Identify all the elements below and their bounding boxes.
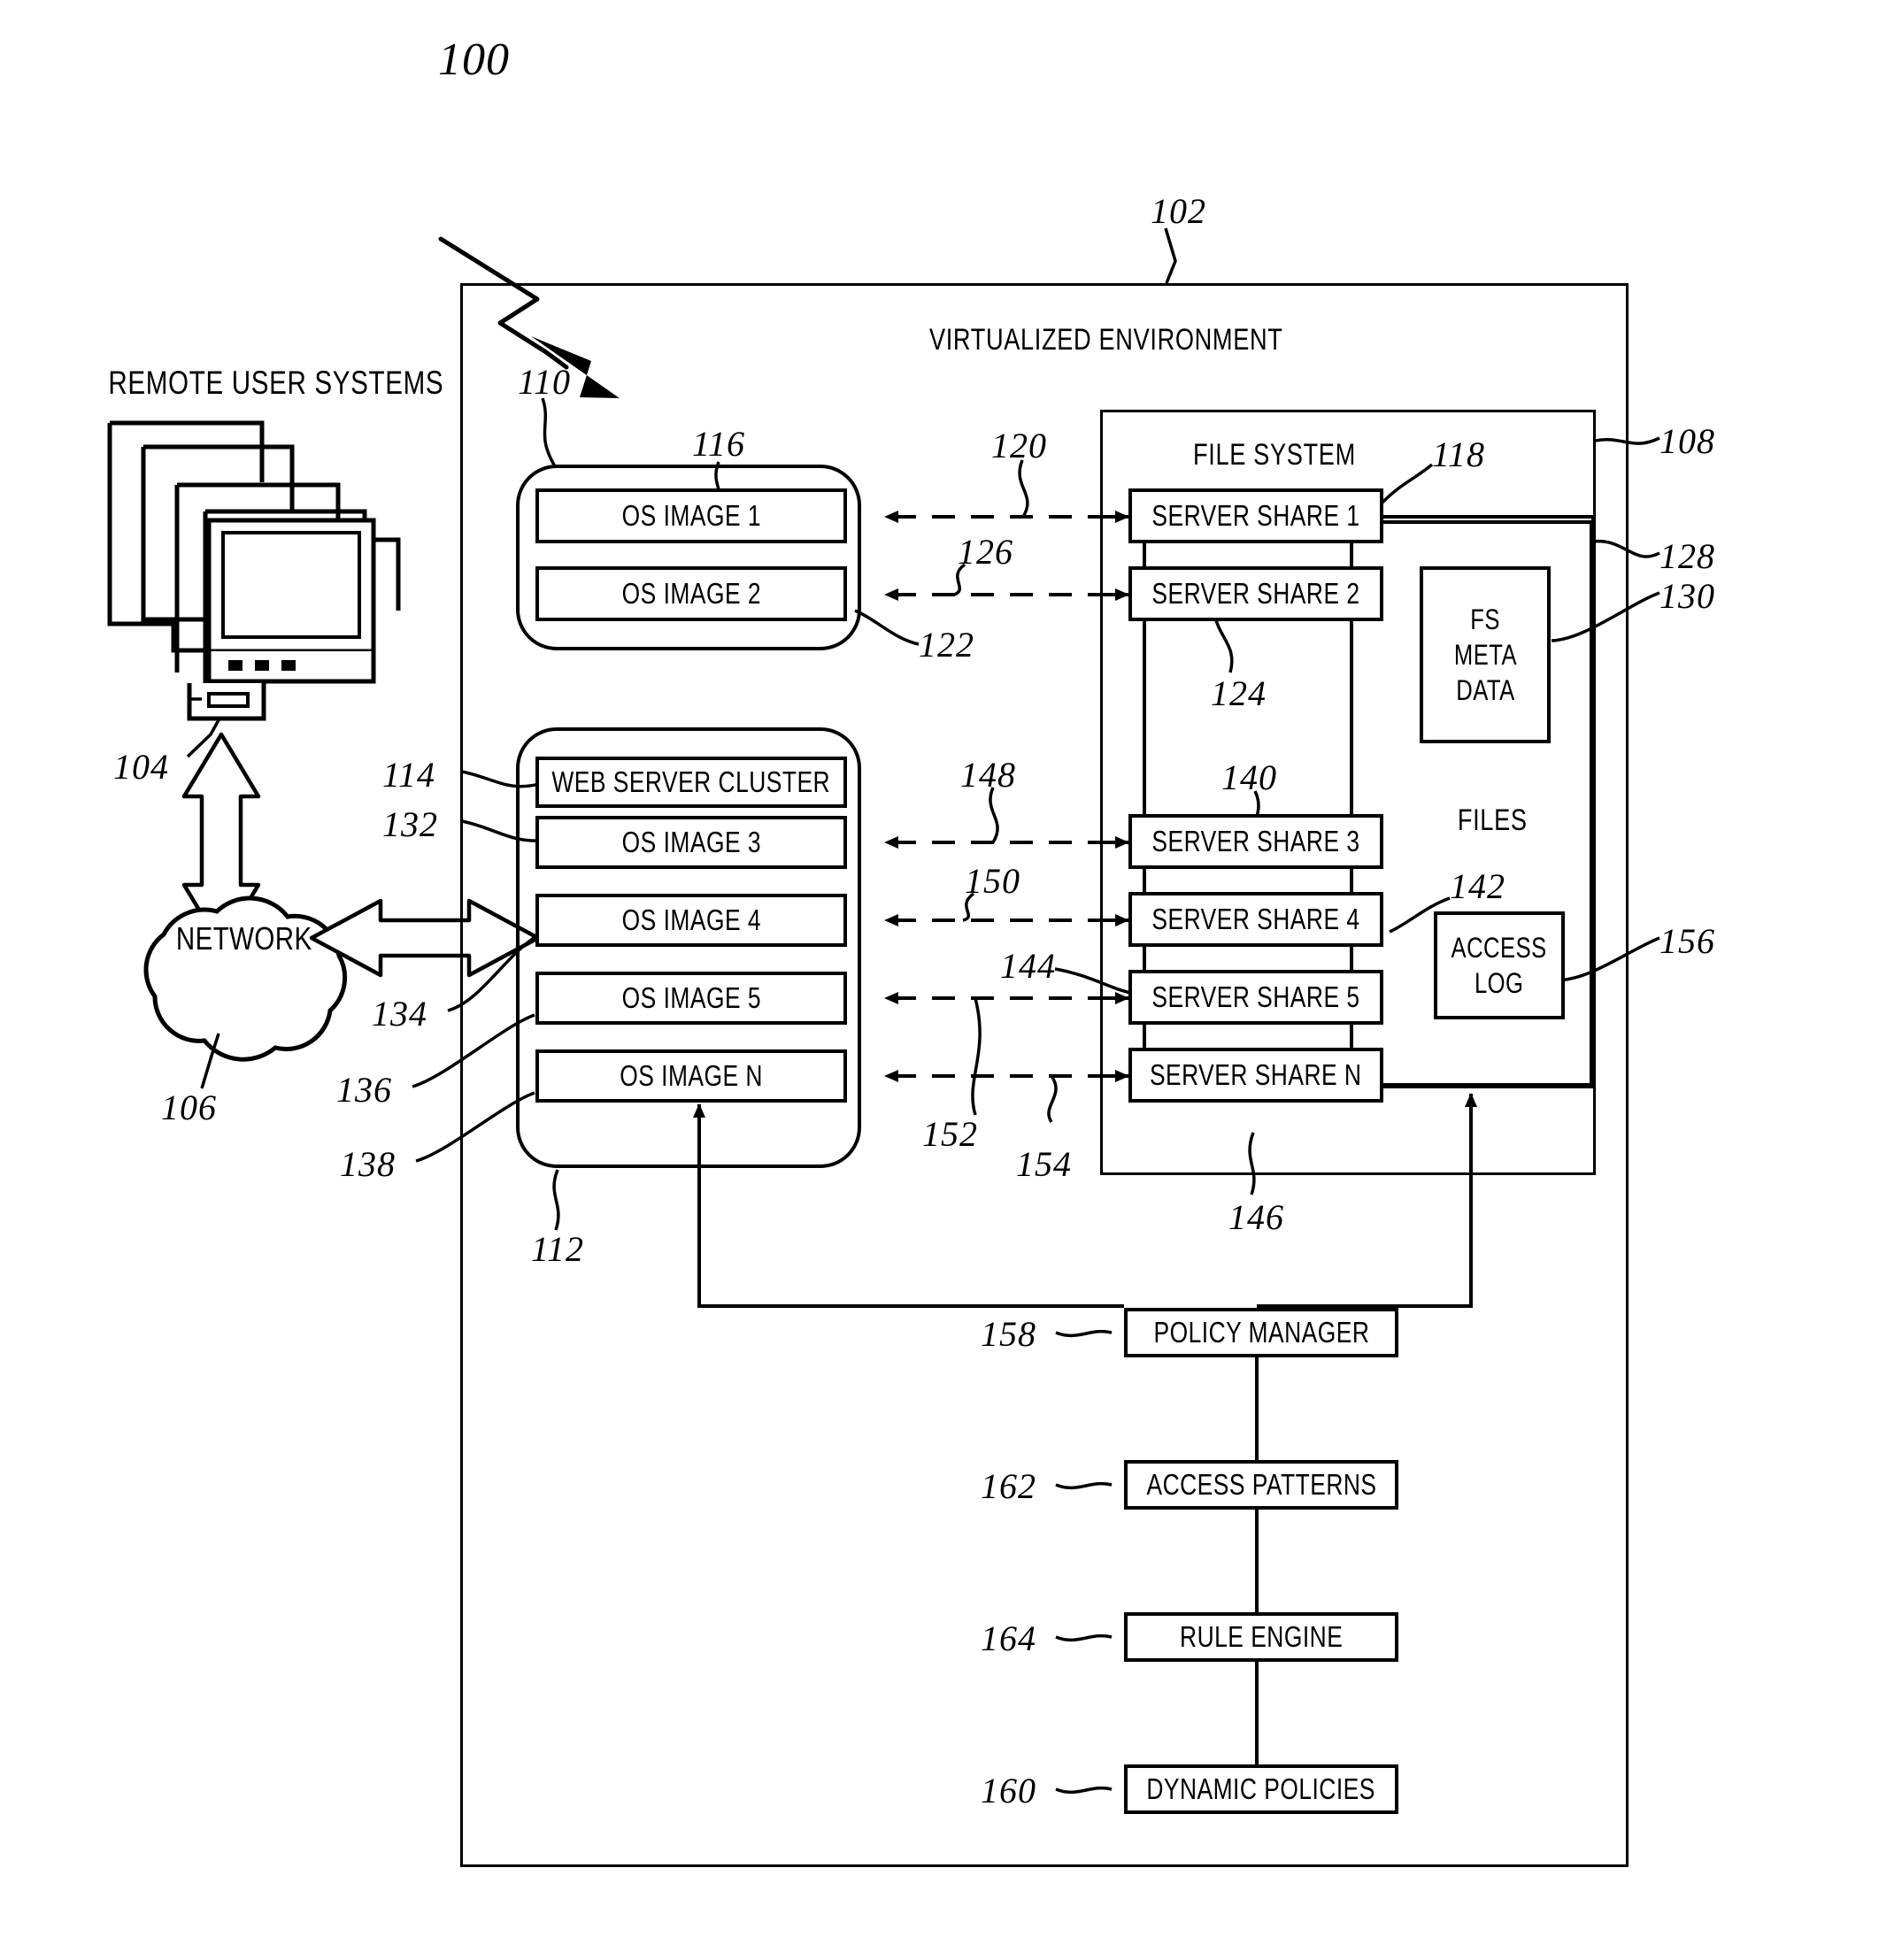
ref-server-share-n: 146 <box>1228 1197 1284 1237</box>
ref-server-share-5: 144 <box>1000 946 1056 986</box>
ref-os-image-n: 138 <box>340 1144 396 1184</box>
server-share-5-box[interactable]: SERVER SHARE 5 <box>1128 970 1383 1025</box>
server-share-3-label: SERVER SHARE 3 <box>1151 825 1360 857</box>
access-log-line-1: ACCESS <box>1451 932 1548 964</box>
server-share-1-box[interactable]: SERVER SHARE 1 <box>1128 488 1383 543</box>
ref-link-154: 154 <box>1016 1144 1072 1184</box>
dynamic-policies-box[interactable]: DYNAMIC POLICIES <box>1124 1764 1398 1814</box>
ref-file-system: 108 <box>1659 421 1715 461</box>
ref-os-image-5: 136 <box>336 1070 392 1110</box>
access-log-box[interactable]: ACCESS LOG <box>1434 911 1565 1019</box>
os-image-5-label: OS IMAGE 5 <box>621 981 761 1014</box>
ref-dynamic-policies: 160 <box>981 1771 1036 1810</box>
ref-virtualized-environment: 102 <box>1151 191 1206 231</box>
os-image-3-box[interactable]: OS IMAGE 3 <box>535 816 847 869</box>
access-log-line-2: LOG <box>1475 967 1524 999</box>
remote-user-systems-heading: REMOTE USER SYSTEMS <box>108 365 444 401</box>
server-share-n-label: SERVER SHARE N <box>1150 1058 1362 1091</box>
ref-files: 128 <box>1659 536 1715 576</box>
os-image-4-label: OS IMAGE 4 <box>621 903 761 936</box>
server-share-3-box[interactable]: SERVER SHARE 3 <box>1128 814 1383 869</box>
ref-os-group-top: 110 <box>518 362 572 402</box>
server-share-2-label: SERVER SHARE 2 <box>1151 577 1360 610</box>
ref-rule-engine: 164 <box>981 1618 1036 1658</box>
user-to-network-arrow <box>181 732 261 949</box>
server-share-5-label: SERVER SHARE 5 <box>1151 980 1360 1013</box>
os-image-1-label: OS IMAGE 1 <box>621 499 761 532</box>
ref-access-patterns: 162 <box>981 1466 1036 1506</box>
ref-server-share-1: 118 <box>1432 434 1486 474</box>
ref-server-share-3: 140 <box>1221 757 1277 797</box>
ref-fs-meta-data: 130 <box>1659 576 1715 616</box>
policy-manager-box[interactable]: POLICY MANAGER <box>1124 1308 1398 1357</box>
access-patterns-label: ACCESS PATTERNS <box>1146 1468 1376 1501</box>
os-image-n-label: OS IMAGE N <box>620 1059 763 1092</box>
ref-os-image-4: 134 <box>372 994 427 1034</box>
os-image-3-label: OS IMAGE 3 <box>621 826 761 858</box>
ref-remote-user-systems: 104 <box>113 747 169 787</box>
ref-link-126: 126 <box>958 532 1013 572</box>
ref-network: 106 <box>161 1088 217 1127</box>
dynamic-policies-label: DYNAMIC POLICIES <box>1146 1772 1376 1805</box>
ref-access-log: 156 <box>1659 921 1715 961</box>
fs-meta-data-line-3: DATA <box>1455 674 1515 706</box>
virtualized-environment-title: VIRTUALIZED ENVIRONMENT <box>928 323 1283 357</box>
ref-web-server-cluster: 114 <box>382 755 436 795</box>
os-image-5-box[interactable]: OS IMAGE 5 <box>535 972 847 1025</box>
web-server-cluster-label: WEB SERVER CLUSTER <box>551 765 831 798</box>
ref-server-share-4: 142 <box>1450 866 1505 906</box>
fs-meta-data-line-2: META <box>1453 639 1517 671</box>
ref-link-150: 150 <box>965 861 1020 901</box>
ref-os-group-bottom: 112 <box>531 1229 585 1269</box>
figure-number: 100 <box>438 35 510 85</box>
remote-user-monitor-stack <box>107 420 401 708</box>
ref-server-share-2: 124 <box>1211 673 1267 713</box>
rule-engine-box[interactable]: RULE ENGINE <box>1124 1612 1398 1662</box>
files-label: FILES <box>1457 803 1528 837</box>
remote-user-front-monitor <box>187 518 376 721</box>
policy-manager-label: POLICY MANAGER <box>1153 1316 1369 1349</box>
rule-engine-label: RULE ENGINE <box>1179 1620 1344 1653</box>
ref-link-152: 152 <box>922 1114 978 1154</box>
access-patterns-box[interactable]: ACCESS PATTERNS <box>1124 1460 1398 1510</box>
fs-meta-data-box[interactable]: FS META DATA <box>1420 566 1551 743</box>
os-image-4-box[interactable]: OS IMAGE 4 <box>535 894 847 947</box>
ref-os-image-2: 122 <box>919 625 974 665</box>
ref-os-image-1: 116 <box>692 424 746 464</box>
server-share-1-label: SERVER SHARE 1 <box>1151 499 1360 532</box>
ref-os-image-3: 132 <box>382 804 438 844</box>
ref-link-120: 120 <box>991 426 1047 465</box>
server-share-n-box[interactable]: SERVER SHARE N <box>1128 1048 1383 1103</box>
ref-policy-manager: 158 <box>981 1314 1036 1354</box>
server-share-4-label: SERVER SHARE 4 <box>1151 903 1360 935</box>
os-image-2-box[interactable]: OS IMAGE 2 <box>535 566 847 621</box>
server-share-4-box[interactable]: SERVER SHARE 4 <box>1128 892 1383 947</box>
network-cloud-label: NETWORK <box>175 920 312 957</box>
patent-figure: 100 REMOTE USER SYSTEMS 104 NETWORK 106 … <box>0 0 1902 1960</box>
web-server-cluster-box[interactable]: WEB SERVER CLUSTER <box>535 757 847 808</box>
os-image-1-box[interactable]: OS IMAGE 1 <box>535 488 847 543</box>
file-system-title: FILE SYSTEM <box>1192 438 1356 472</box>
server-share-2-box[interactable]: SERVER SHARE 2 <box>1128 566 1383 621</box>
ref-link-148: 148 <box>960 755 1016 795</box>
os-image-2-label: OS IMAGE 2 <box>621 577 761 610</box>
os-image-n-box[interactable]: OS IMAGE N <box>535 1049 847 1103</box>
fs-meta-data-line-1: FS <box>1470 603 1500 635</box>
